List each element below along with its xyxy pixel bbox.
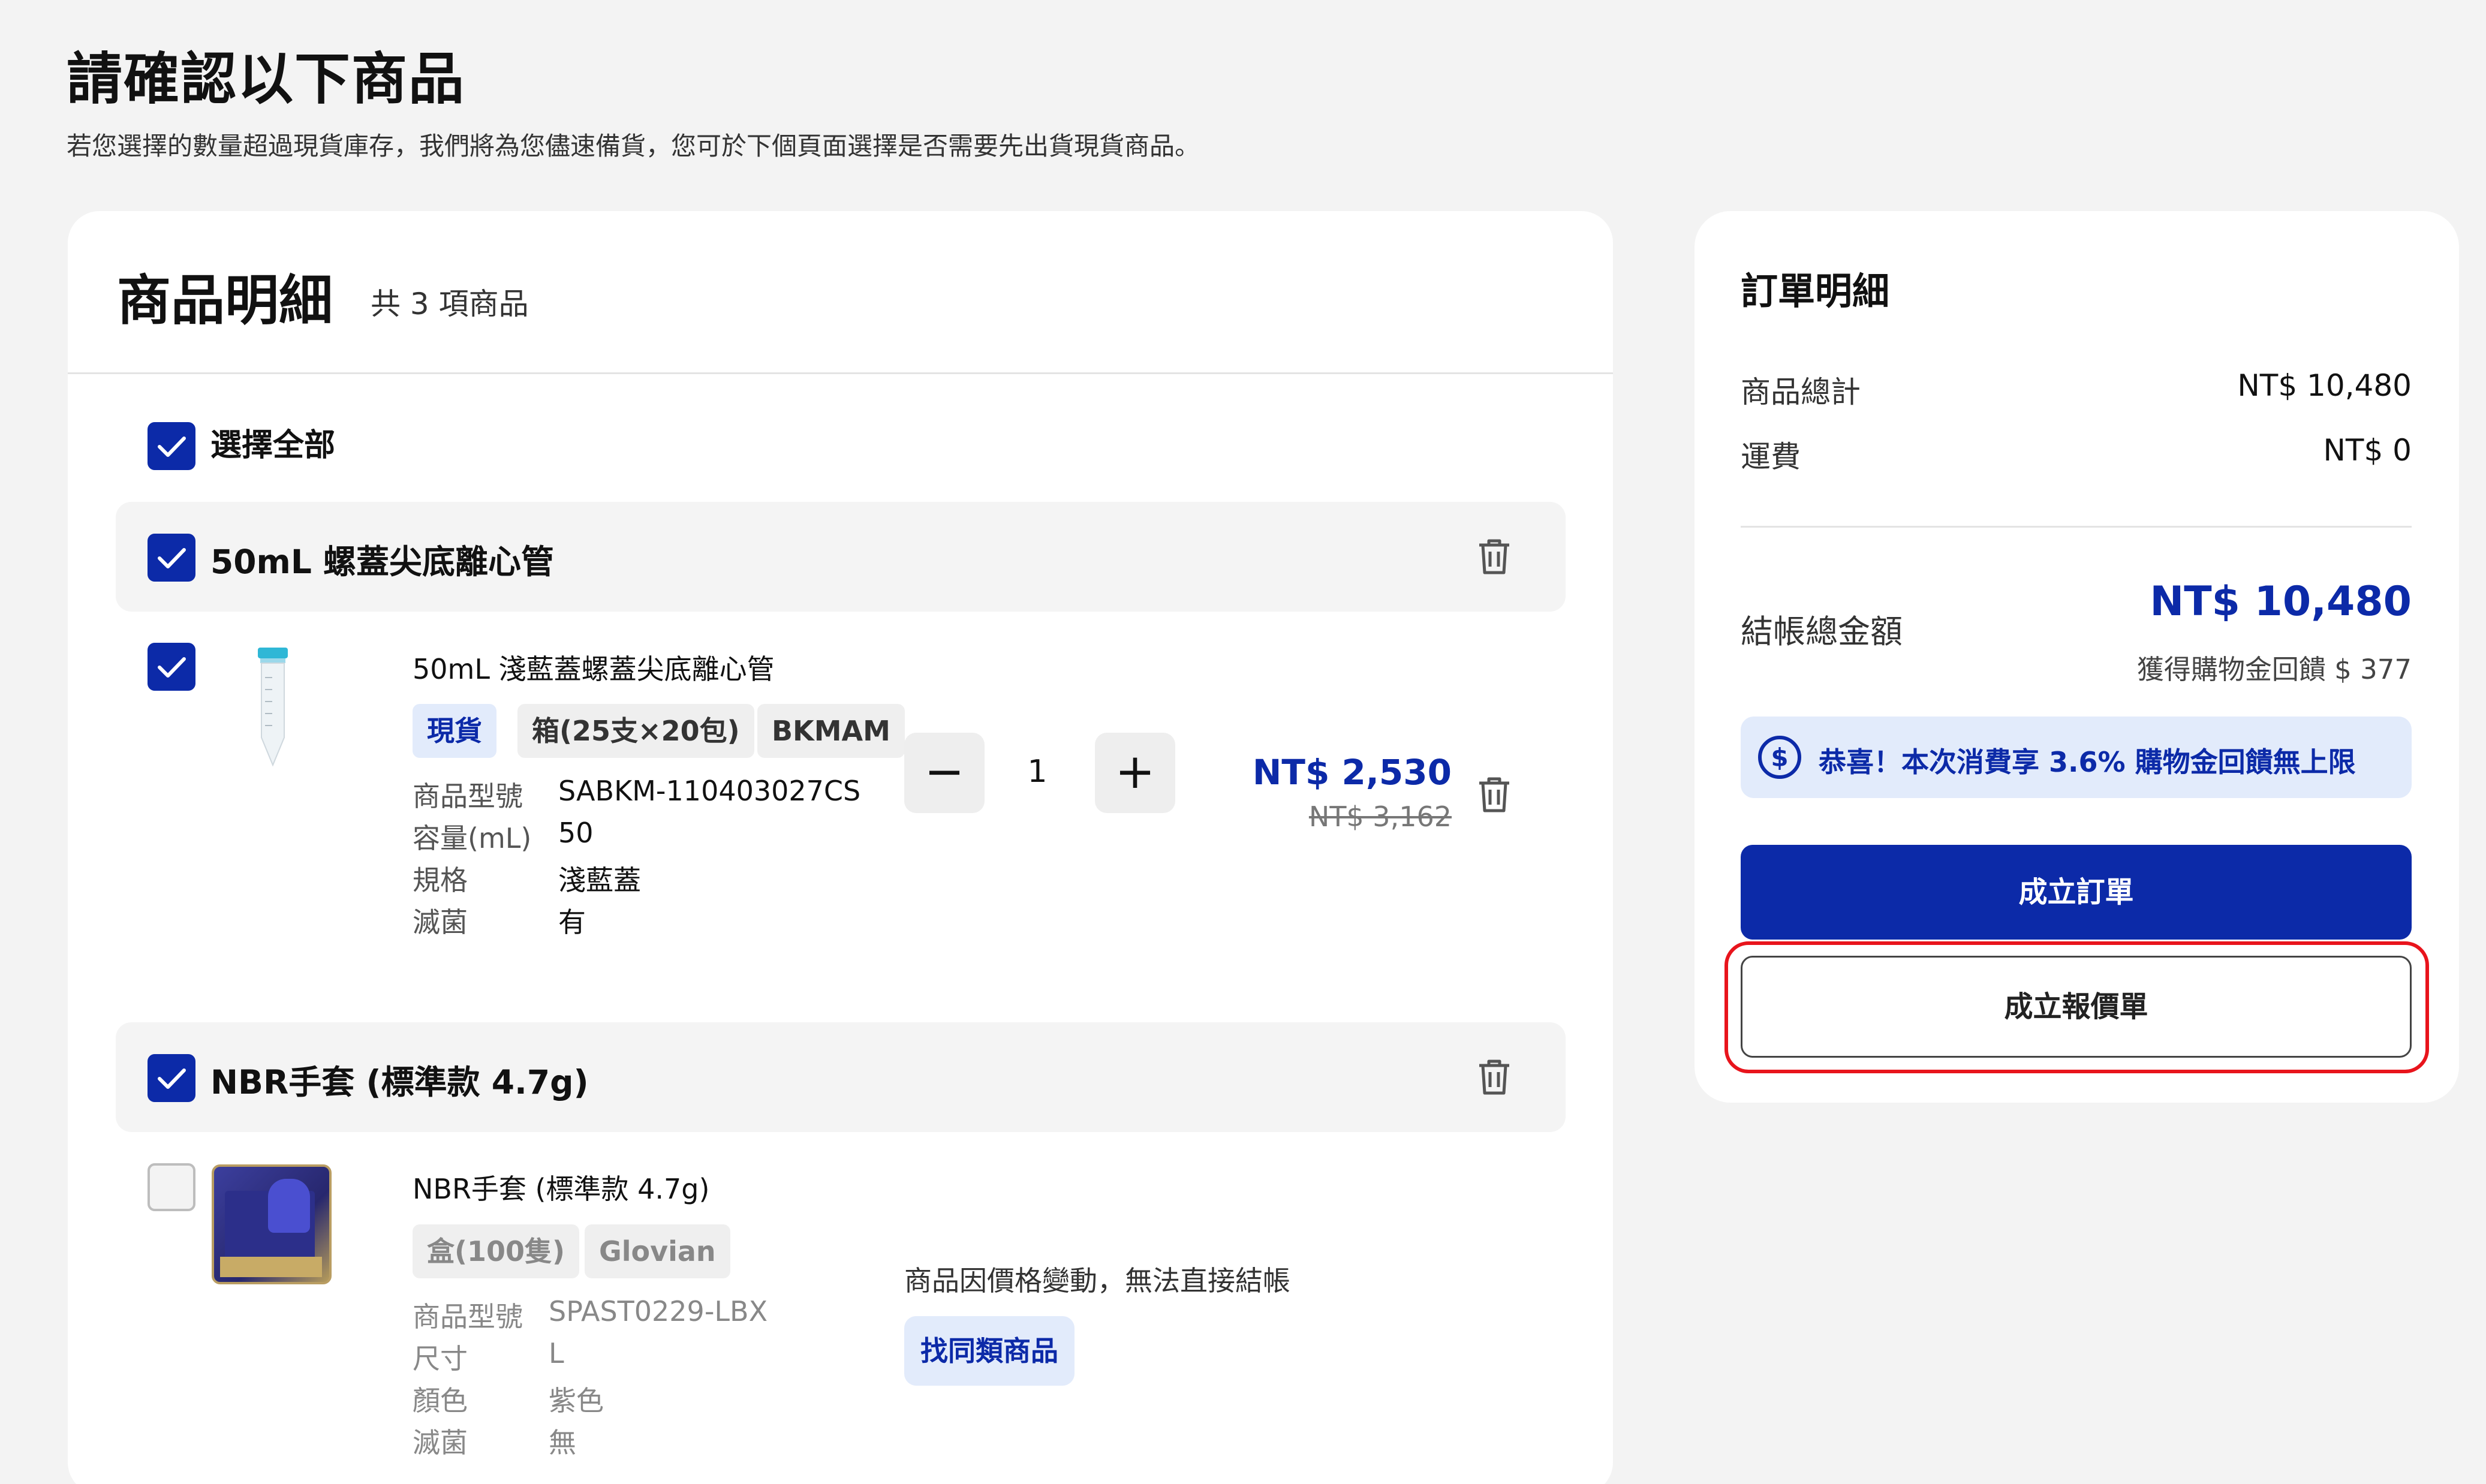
select-all-checkbox[interactable]: [148, 422, 195, 470]
total-label: 結帳總金額: [1741, 613, 1903, 651]
check-icon: [158, 437, 186, 457]
group-title: NBR手套 (標準款 4.7g): [210, 1063, 589, 1101]
svg-text:$: $: [1771, 743, 1788, 772]
spec-value: SABKM-110403027CS: [558, 775, 861, 807]
shipping-label: 運費: [1741, 440, 1801, 474]
spec-value: 紫色: [549, 1384, 604, 1417]
brand-tag: Glovian: [585, 1224, 730, 1278]
spec-label: 滅菌: [413, 1426, 468, 1459]
order-summary-title: 訂單明細: [1741, 269, 1890, 313]
spec-label: 尺寸: [413, 1342, 468, 1375]
trash-icon[interactable]: [1476, 1057, 1513, 1097]
dollar-circle-icon: $: [1756, 734, 1803, 781]
page-title: 請確認以下商品: [67, 47, 465, 112]
cart-item-count: 共 3 項商品: [371, 287, 529, 321]
increase-quantity-button[interactable]: +: [1095, 733, 1175, 813]
group-header-centrifuge-tube: 50mL 螺蓋尖底離心管: [116, 502, 1566, 612]
package-tag: 盒(100隻): [413, 1224, 580, 1278]
trash-icon[interactable]: [1476, 537, 1513, 576]
shipping-value: NT$ 0: [2323, 433, 2412, 468]
spec-label: 容量(mL): [413, 822, 532, 854]
page-subtitle: 若您選擇的數量超過現貨庫存，我們將為您儘速備貨，您可於下個頁面選擇是否需要先出貨…: [67, 131, 1200, 161]
spec-value: L: [549, 1337, 564, 1369]
package-tag: 箱(25支×20包): [517, 704, 754, 758]
item-checkbox[interactable]: [148, 643, 195, 691]
spec-label: 滅菌: [413, 906, 468, 938]
spec-value: 50: [558, 817, 594, 849]
decrease-quantity-button[interactable]: −: [904, 733, 985, 813]
group-header-nbr-gloves: NBR手套 (標準款 4.7g): [116, 1022, 1566, 1132]
product-name[interactable]: NBR手套 (標準款 4.7g): [413, 1167, 709, 1207]
spec-label: 規格: [413, 864, 468, 896]
promo-text: 恭喜！本次消費享 3.6% 購物金回饋無上限: [1819, 746, 2356, 778]
cart-panel: 商品明細 共 3 項商品 選擇全部 50mL 螺蓋尖底離心管 50mL 淺藍蓋螺…: [68, 211, 1613, 1484]
unavailable-notice: 商品因價格變動，無法直接結帳: [904, 1265, 1290, 1297]
trash-icon[interactable]: [1476, 775, 1513, 814]
group-checkbox[interactable]: [148, 1054, 195, 1102]
cashback-promo-banner: $ 恭喜！本次消費享 3.6% 購物金回饋無上限: [1741, 717, 2412, 798]
spec-value: SPAST0229-LBX: [549, 1295, 768, 1328]
divider: [1741, 526, 2412, 528]
subtotal-label: 商品總計: [1741, 375, 1861, 410]
cashback-note: 獲得購物金回饋 $ 377: [2136, 654, 2412, 685]
spec-value: 有: [558, 906, 586, 938]
cart-title: 商品明細: [117, 269, 333, 332]
check-icon: [158, 1068, 186, 1089]
item-price: NT$ 2,530: [1252, 752, 1452, 793]
find-similar-button[interactable]: 找同類商品: [904, 1316, 1075, 1386]
total-value: NT$ 10,480: [2150, 578, 2412, 625]
spec-value: 無: [549, 1426, 576, 1459]
centrifuge-tube-icon[interactable]: [246, 648, 300, 767]
spec-label: 商品型號: [413, 1301, 523, 1333]
order-summary-panel: 訂單明細 商品總計 NT$ 10,480 運費 NT$ 0 結帳總金額 NT$ …: [1695, 211, 2459, 1103]
brand-tag: BKMAM: [757, 704, 905, 758]
spec-value: 淺藍蓋: [558, 864, 641, 896]
spec-label: 顏色: [413, 1384, 468, 1417]
check-icon: [158, 548, 186, 568]
quantity-value: 1: [1027, 754, 1048, 790]
select-all-label: 選擇全部: [210, 428, 336, 463]
subtotal-value: NT$ 10,480: [2237, 368, 2412, 403]
spec-label: 商品型號: [413, 780, 523, 812]
cart-header: 商品明細 共 3 項商品: [68, 211, 1613, 374]
group-title: 50mL 螺蓋尖底離心管: [210, 543, 555, 581]
group-checkbox[interactable]: [148, 534, 195, 582]
item-original-price: NT$ 3,162: [1308, 800, 1452, 833]
stock-tag: 現貨: [413, 704, 496, 758]
product-name[interactable]: 50mL 淺藍蓋螺蓋尖底離心管: [413, 648, 775, 687]
create-quote-button[interactable]: 成立報價單: [1741, 956, 2412, 1058]
check-icon: [158, 657, 186, 678]
create-order-button[interactable]: 成立訂單: [1741, 845, 2412, 940]
glove-box-image[interactable]: [212, 1164, 332, 1284]
item-checkbox[interactable]: [148, 1163, 195, 1211]
